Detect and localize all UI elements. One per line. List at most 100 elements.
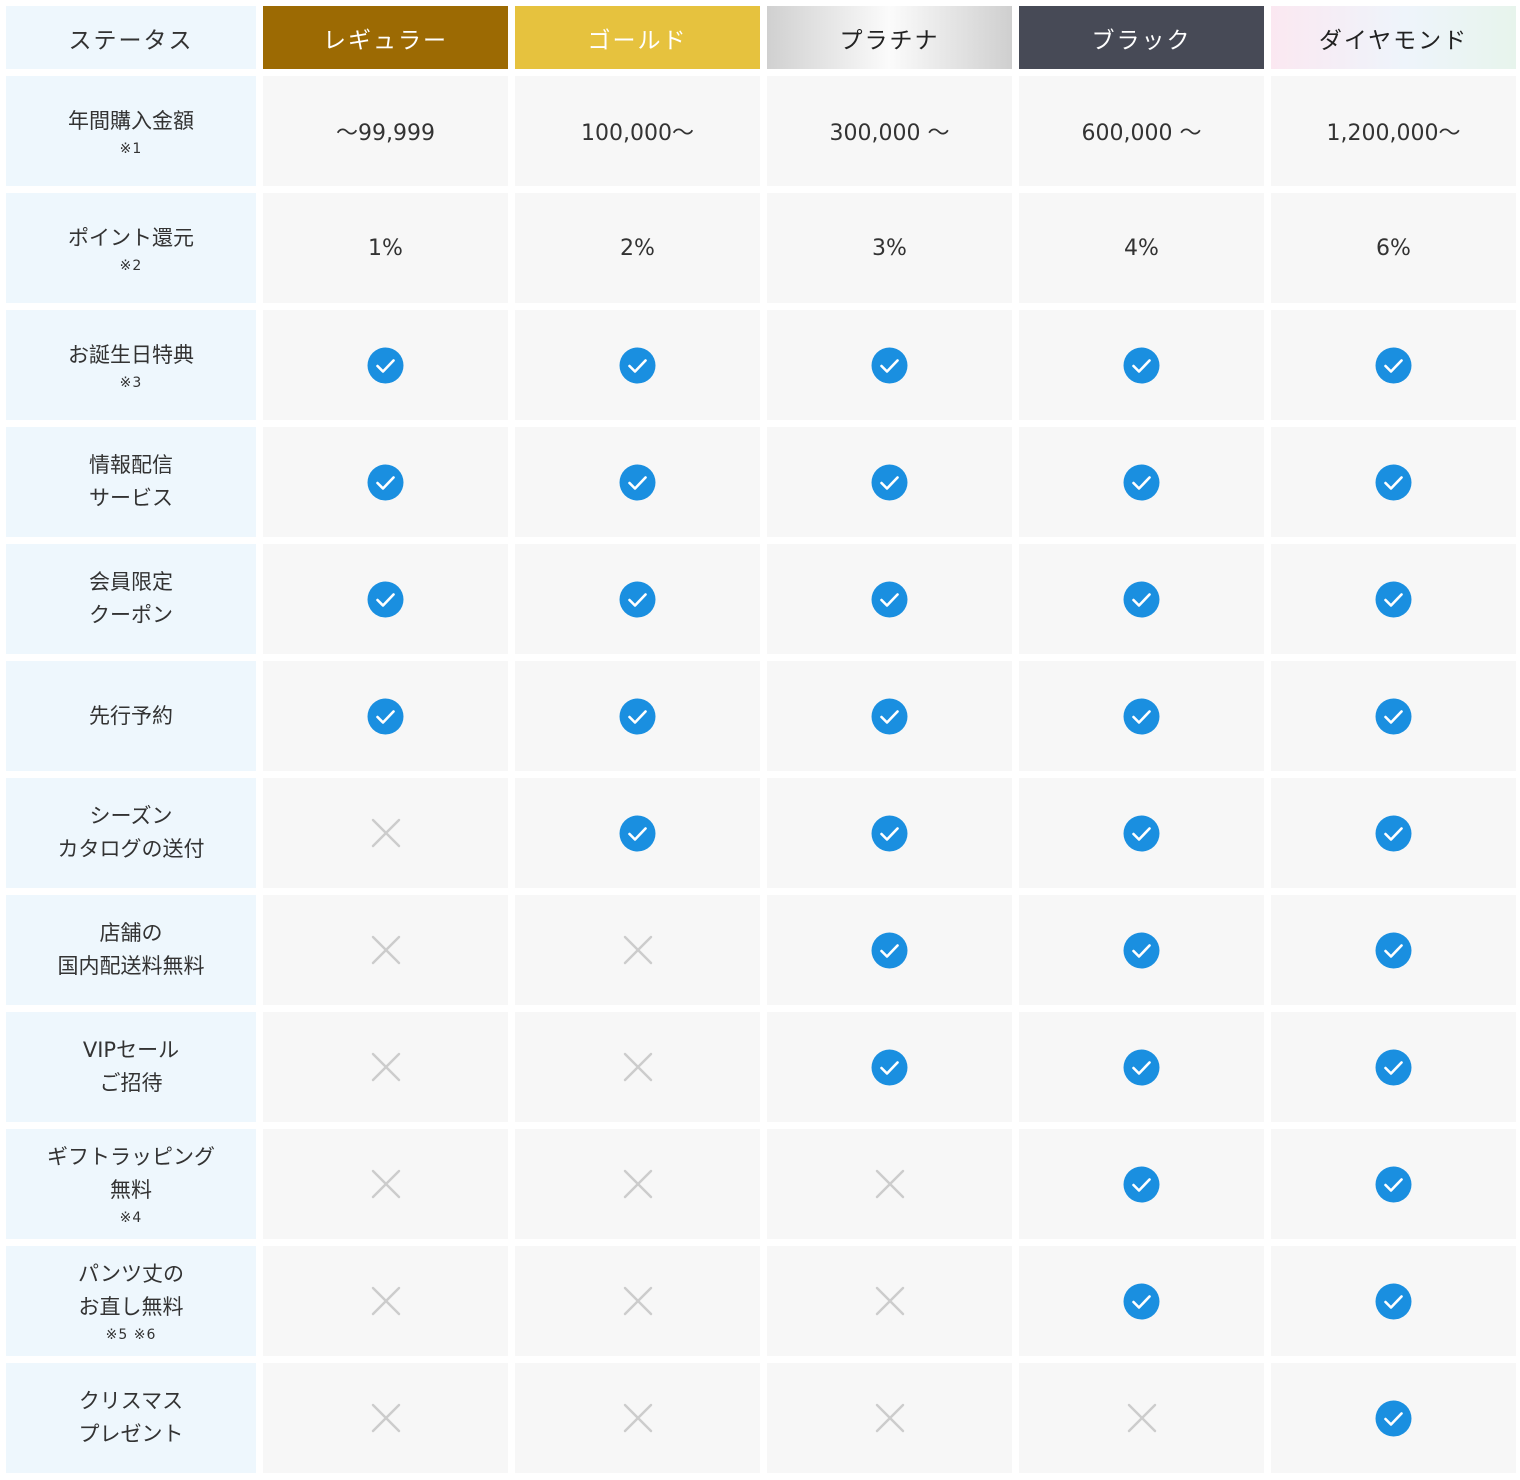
cross-icon [263, 778, 508, 888]
row-label-line: パンツ丈の [77, 1262, 185, 1286]
row-label-line: サービス [89, 486, 173, 510]
cross-icon [767, 1363, 1012, 1473]
check-icon [767, 427, 1012, 537]
row-label: 店舗の国内配送料無料 [6, 895, 256, 1005]
check-icon [263, 310, 508, 420]
value-cell: 1,200,000〜 [1271, 76, 1516, 186]
check-icon [263, 661, 508, 771]
value-cell: 3% [767, 193, 1012, 303]
check-icon [263, 544, 508, 654]
check-icon [767, 310, 1012, 420]
check-icon [1271, 544, 1516, 654]
row-label: 年間購入金額 ※1 [6, 76, 256, 186]
check-icon [1019, 310, 1264, 420]
footnote-mark: ※1 [119, 140, 143, 157]
status-header-label: ステータス [6, 6, 256, 69]
row-label: 先行予約 [6, 661, 256, 771]
check-icon [263, 427, 508, 537]
row-label-line: ポイント還元 [68, 225, 194, 250]
check-icon [1019, 1012, 1264, 1122]
row-label-line: 店舗の [99, 921, 163, 945]
cross-icon [515, 1246, 760, 1356]
row-label-line: 無料 [110, 1178, 152, 1202]
check-icon [1271, 661, 1516, 771]
cross-icon [515, 895, 760, 1005]
tier-header-5: ダイヤモンド [1271, 6, 1516, 69]
check-icon [767, 544, 1012, 654]
row-label: 情報配信 サービス [6, 427, 256, 537]
cross-icon [263, 1246, 508, 1356]
cross-icon [263, 1129, 508, 1239]
row-label: ポイント還元 ※2 [6, 193, 256, 303]
row-label-line: ギフトラッピング [47, 1145, 215, 1169]
row-label: 会員限定 クーポン [6, 544, 256, 654]
row-label-line: クリスマス [78, 1389, 184, 1413]
tier-header-2: ゴールド [515, 6, 760, 69]
check-icon [1271, 1363, 1516, 1473]
check-icon [1019, 778, 1264, 888]
check-icon [515, 310, 760, 420]
row-label-line: 会員限定 [89, 570, 173, 594]
check-icon [767, 778, 1012, 888]
cross-icon [1019, 1363, 1264, 1473]
row-label-line: お直し無料 [78, 1295, 184, 1319]
row-label-line: 国内配送料無料 [57, 954, 205, 978]
footnote-mark: ※2 [119, 257, 143, 274]
check-icon [515, 544, 760, 654]
value-cell: 4% [1019, 193, 1264, 303]
value-cell: 1% [263, 193, 508, 303]
row-label-line: 先行予約 [89, 703, 173, 728]
row-label: クリスマスプレゼント [6, 1363, 256, 1473]
value-cell: 〜99,999 [263, 76, 508, 186]
value-cell: 300,000 〜 [767, 76, 1012, 186]
tier-header-4: ブラック [1019, 6, 1264, 69]
check-icon [1019, 661, 1264, 771]
cross-icon [263, 1012, 508, 1122]
value-cell: 100,000〜 [515, 76, 760, 186]
row-label-line: 情報配信 [89, 453, 173, 477]
footnote-mark: ※5 ※6 [105, 1327, 157, 1343]
footnote-mark: ※3 [119, 374, 143, 391]
row-label-line: プレゼント [78, 1422, 184, 1446]
tier-header-3: プラチナ [767, 6, 1012, 69]
value-cell: 2% [515, 193, 760, 303]
cross-icon [263, 1363, 508, 1473]
check-icon [1271, 1129, 1516, 1239]
check-icon [1019, 1246, 1264, 1356]
value-cell: 600,000 〜 [1019, 76, 1264, 186]
check-icon [767, 661, 1012, 771]
footnote-mark: ※4 [119, 1210, 143, 1226]
cross-icon [767, 1246, 1012, 1356]
check-icon [767, 895, 1012, 1005]
check-icon [767, 1012, 1012, 1122]
check-icon [1271, 310, 1516, 420]
check-icon [1271, 1012, 1516, 1122]
row-label: パンツ丈のお直し無料 ※5 ※6 [6, 1246, 256, 1356]
row-label: ギフトラッピング 無料 ※4 [6, 1129, 256, 1239]
row-label-line: お誕生日特典 [68, 342, 194, 367]
row-label-line: ご招待 [99, 1071, 163, 1095]
check-icon [1271, 1246, 1516, 1356]
row-label: シーズンカタログの送付 [6, 778, 256, 888]
check-icon [1019, 1129, 1264, 1239]
row-label: お誕生日特典 ※3 [6, 310, 256, 420]
row-label-line: カタログの送付 [57, 837, 205, 861]
check-icon [1019, 895, 1264, 1005]
check-icon [1271, 427, 1516, 537]
row-label-line: シーズン [89, 804, 173, 828]
check-icon [515, 661, 760, 771]
cross-icon [515, 1129, 760, 1239]
check-icon [515, 427, 760, 537]
row-label-line: VIPセール [82, 1038, 180, 1062]
value-cell: 6% [1271, 193, 1516, 303]
row-label-line: 年間購入金額 [68, 108, 194, 133]
cross-icon [515, 1363, 760, 1473]
check-icon [1019, 427, 1264, 537]
check-icon [515, 778, 760, 888]
check-icon [1019, 544, 1264, 654]
cross-icon [263, 895, 508, 1005]
row-label: VIPセール ご招待 [6, 1012, 256, 1122]
cross-icon [515, 1012, 760, 1122]
row-label-line: クーポン [89, 603, 173, 627]
membership-benefits-table: ステータス レギュラー ゴールド プラチナ ブラック ダイヤモンド 年間購入金額 ※1 〜99… [6, 6, 1516, 1480]
